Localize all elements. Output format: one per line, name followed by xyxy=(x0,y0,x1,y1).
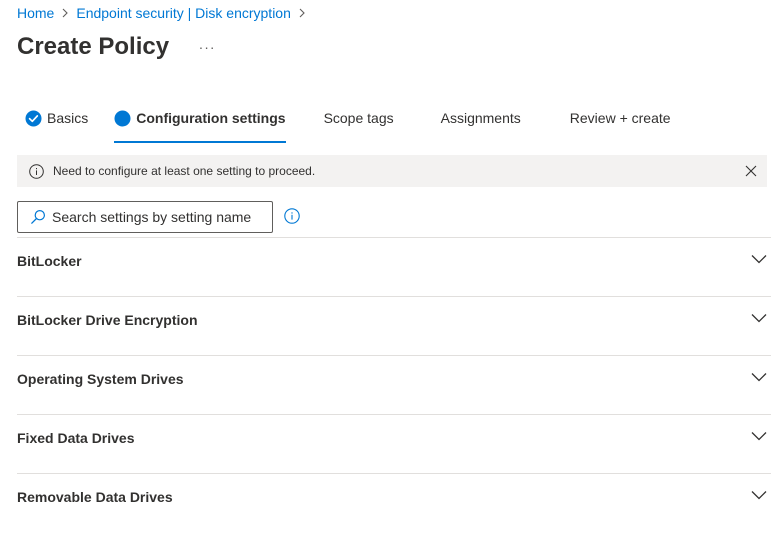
breadcrumb: Home Endpoint security | Disk encryption xyxy=(17,4,305,22)
section-operating-system-drives[interactable]: Operating System Drives xyxy=(17,355,771,414)
section-bitlocker[interactable]: BitLocker xyxy=(17,237,771,296)
search-input[interactable] xyxy=(52,209,262,225)
tab-scope-tags-label: Scope tags xyxy=(323,110,394,126)
chevron-down-icon xyxy=(751,490,767,500)
title-row: Create Policy ··· xyxy=(17,31,221,63)
checkmark-circle-icon xyxy=(25,110,42,127)
section-label: Operating System Drives xyxy=(17,371,184,387)
settings-sections: BitLocker BitLocker Drive Encryption Ope… xyxy=(17,237,771,532)
info-icon xyxy=(29,163,44,179)
more-options-button[interactable]: ··· xyxy=(193,35,221,59)
chevron-down-icon xyxy=(751,431,767,441)
chevron-right-icon xyxy=(62,8,69,18)
chevron-down-icon xyxy=(751,313,767,323)
section-fixed-data-drives[interactable]: Fixed Data Drives xyxy=(17,414,771,473)
tab-review-create-label: Review + create xyxy=(569,110,671,126)
create-policy-page: Home Endpoint security | Disk encryption… xyxy=(0,0,771,534)
search-info-icon[interactable] xyxy=(284,208,300,224)
tab-scope-tags[interactable]: Scope tags xyxy=(324,103,394,133)
search-icon xyxy=(30,209,46,225)
notice-bar: Need to configure at least one setting t… xyxy=(17,155,767,187)
tab-assignments-label: Assignments xyxy=(440,110,521,126)
breadcrumb-disk-encryption-link[interactable]: Endpoint security | Disk encryption xyxy=(76,5,291,21)
notice-message: Need to configure at least one setting t… xyxy=(53,164,316,178)
tab-basics[interactable]: Basics xyxy=(25,103,88,133)
page-title: Create Policy xyxy=(17,33,170,60)
section-removable-data-drives[interactable]: Removable Data Drives xyxy=(17,473,771,532)
close-icon[interactable] xyxy=(745,165,757,177)
section-label: Fixed Data Drives xyxy=(17,430,135,446)
current-step-icon xyxy=(114,110,131,127)
wizard-tabs: Basics Configuration settings Scope tags… xyxy=(17,103,671,143)
section-label: BitLocker xyxy=(17,253,82,269)
tab-basics-label: Basics xyxy=(47,110,89,126)
section-label: Removable Data Drives xyxy=(17,489,173,505)
section-bitlocker-drive-encryption[interactable]: BitLocker Drive Encryption xyxy=(17,296,771,355)
tab-review-create[interactable]: Review + create xyxy=(570,103,671,133)
chevron-down-icon xyxy=(751,254,767,264)
search-box[interactable] xyxy=(17,201,273,233)
tab-configuration-settings[interactable]: Configuration settings xyxy=(114,103,286,143)
chevron-right-icon xyxy=(299,8,305,18)
chevron-down-icon xyxy=(751,372,767,382)
tab-assignments[interactable]: Assignments xyxy=(441,103,521,133)
tab-configuration-settings-label: Configuration settings xyxy=(136,110,286,126)
breadcrumb-home-link[interactable]: Home xyxy=(17,5,54,21)
section-label: BitLocker Drive Encryption xyxy=(17,312,198,328)
